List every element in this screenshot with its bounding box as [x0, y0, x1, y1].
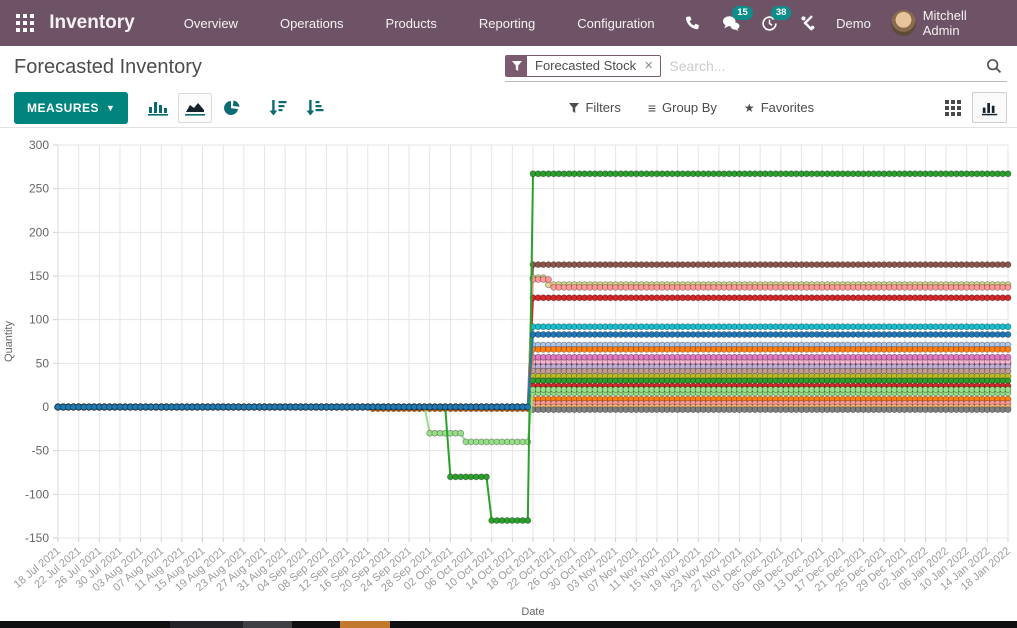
main-menu: OverviewOperationsProductsReportingConfi… — [163, 0, 676, 46]
svg-text:-50: -50 — [32, 444, 50, 458]
nav-menu-item-reporting[interactable]: Reporting — [458, 0, 556, 46]
tools-icon — [800, 15, 816, 31]
nav-menu-item-products[interactable]: Products — [365, 0, 458, 46]
search-submit-button[interactable] — [981, 58, 1007, 74]
area-chart-icon — [185, 99, 205, 116]
svg-text:Date: Date — [521, 606, 544, 618]
debug-tools-button[interactable] — [791, 0, 824, 46]
svg-text:100: 100 — [29, 313, 49, 327]
phone-button[interactable] — [676, 0, 709, 46]
nav-menu-item-overview[interactable]: Overview — [163, 0, 259, 46]
app-name[interactable]: Inventory — [49, 12, 135, 34]
phone-icon — [684, 15, 700, 31]
svg-text:150: 150 — [29, 269, 49, 283]
pie-chart-icon — [223, 99, 241, 117]
filters-funnel-icon — [569, 103, 579, 113]
filters-menu-button[interactable]: Filters — [569, 100, 620, 115]
nav-menu-item-operations[interactable]: Operations — [259, 0, 365, 46]
pie-chart-mode-button[interactable] — [215, 93, 249, 123]
company-menu[interactable]: Demo — [830, 16, 885, 31]
svg-text:-150: -150 — [25, 531, 49, 545]
magnifier-icon — [986, 58, 1002, 74]
top-navbar: Inventory OverviewOperationsProductsRepo… — [0, 0, 1017, 46]
os-taskbar-sliver — [0, 621, 1017, 628]
chart-area: -150-100-5005010015020025030018 Jul 2021… — [0, 128, 1017, 621]
line-chart-mode-button[interactable] — [178, 93, 212, 123]
taskbar-segment — [170, 621, 243, 628]
favorites-label: Favorites — [761, 100, 814, 115]
forecast-chart[interactable]: -150-100-5005010015020025030018 Jul 2021… — [0, 128, 1017, 621]
svg-text:250: 250 — [29, 182, 49, 196]
chart-type-toolbar — [141, 93, 332, 123]
messages-badge: 15 — [732, 6, 753, 20]
svg-text:50: 50 — [36, 356, 50, 370]
search-bar[interactable]: Forecasted Stock ✕ — [505, 52, 1007, 82]
bar-chart-mode-button[interactable] — [141, 93, 175, 123]
navbar-systray: 15 38 Demo Mitchell Admin — [676, 0, 1007, 46]
user-name: Mitchell Admin — [923, 8, 1003, 38]
groupby-bars-icon: ≡ — [648, 100, 656, 116]
sort-descending-button[interactable] — [261, 93, 295, 123]
favorites-menu-button[interactable]: ★ Favorites — [744, 100, 814, 115]
groupby-menu-button[interactable]: ≡ Group By — [648, 100, 717, 116]
search-facet-label: Forecasted Stock — [527, 56, 644, 76]
measures-label: MEASURES — [27, 101, 99, 115]
taskbar-segment — [243, 621, 292, 628]
search-input[interactable] — [669, 58, 981, 74]
messages-button[interactable]: 15 — [714, 0, 747, 46]
nav-menu-item-configuration[interactable]: Configuration — [556, 0, 675, 46]
apps-grid-icon — [16, 14, 34, 32]
facet-remove-icon[interactable]: ✕ — [644, 56, 660, 76]
caret-down-icon: ▼ — [106, 103, 115, 113]
user-menu[interactable]: Mitchell Admin — [891, 8, 1007, 38]
graph-view-icon — [981, 100, 999, 116]
measures-button[interactable]: MEASURES ▼ — [14, 92, 128, 124]
pivot-view-button[interactable] — [935, 92, 970, 123]
graph-view-button[interactable] — [972, 92, 1007, 123]
svg-text:300: 300 — [29, 138, 49, 152]
filters-label: Filters — [585, 100, 620, 115]
taskbar-segment — [340, 621, 390, 628]
search-facet-forecasted-stock[interactable]: Forecasted Stock ✕ — [505, 55, 661, 77]
svg-text:200: 200 — [29, 225, 49, 239]
activities-button[interactable]: 38 — [753, 0, 786, 46]
groupby-label: Group By — [662, 100, 717, 115]
svg-text:-100: -100 — [25, 487, 49, 501]
search-options: Filters ≡ Group By ★ Favorites — [569, 100, 814, 116]
page-title: Forecasted Inventory — [14, 56, 202, 79]
filter-funnel-icon — [506, 56, 527, 76]
control-panel: Forecasted Inventory Forecasted Stock ✕ … — [0, 46, 1017, 128]
activities-badge: 38 — [771, 6, 792, 20]
pivot-grid-icon — [945, 100, 961, 116]
svg-text:0: 0 — [42, 400, 49, 414]
sort-desc-icon — [269, 99, 287, 116]
apps-menu-button[interactable] — [12, 10, 37, 36]
bar-chart-icon — [148, 99, 168, 116]
svg-text:Quantity: Quantity — [3, 321, 15, 362]
sort-ascending-button[interactable] — [298, 93, 332, 123]
view-switcher — [935, 92, 1007, 123]
user-avatar — [891, 10, 916, 36]
sort-asc-icon — [306, 99, 324, 116]
favorites-star-icon: ★ — [744, 101, 755, 115]
